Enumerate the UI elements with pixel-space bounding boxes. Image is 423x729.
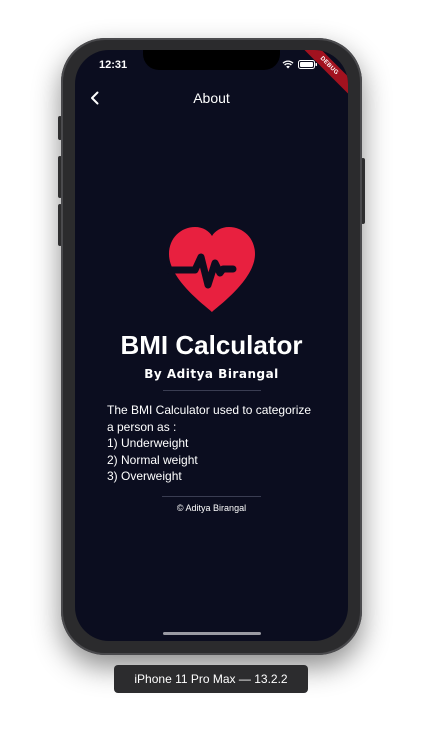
description-line: 1) Underweight <box>107 436 189 450</box>
description: The BMI Calculator used to categorize a … <box>107 402 327 485</box>
status-time: 12:31 <box>99 59 128 71</box>
home-indicator[interactable] <box>163 632 261 635</box>
description-line: 3) Overweight <box>107 469 182 483</box>
wifi-icon <box>282 60 294 69</box>
divider <box>163 390 261 391</box>
heart-pulse-icon <box>165 226 257 316</box>
status-icons <box>282 60 318 69</box>
description-line: a person as : <box>107 419 177 434</box>
description-line: 2) Normal weight <box>107 452 198 467</box>
description-line: The BMI Calculator used to categorize <box>107 403 312 417</box>
page-title: About <box>193 90 230 106</box>
app-name: BMI Calculator <box>120 330 303 360</box>
phone-screen: 12:31 DEBUG About BMI Calculator By Adit… <box>75 50 348 641</box>
divider <box>162 496 261 497</box>
simulator-device-label: iPhone 11 Pro Max — 13.2.2 <box>114 665 308 693</box>
notch <box>143 50 280 70</box>
copyright: © Aditya Birangal <box>176 503 247 513</box>
author-line: By Aditya Birangal <box>144 367 279 381</box>
